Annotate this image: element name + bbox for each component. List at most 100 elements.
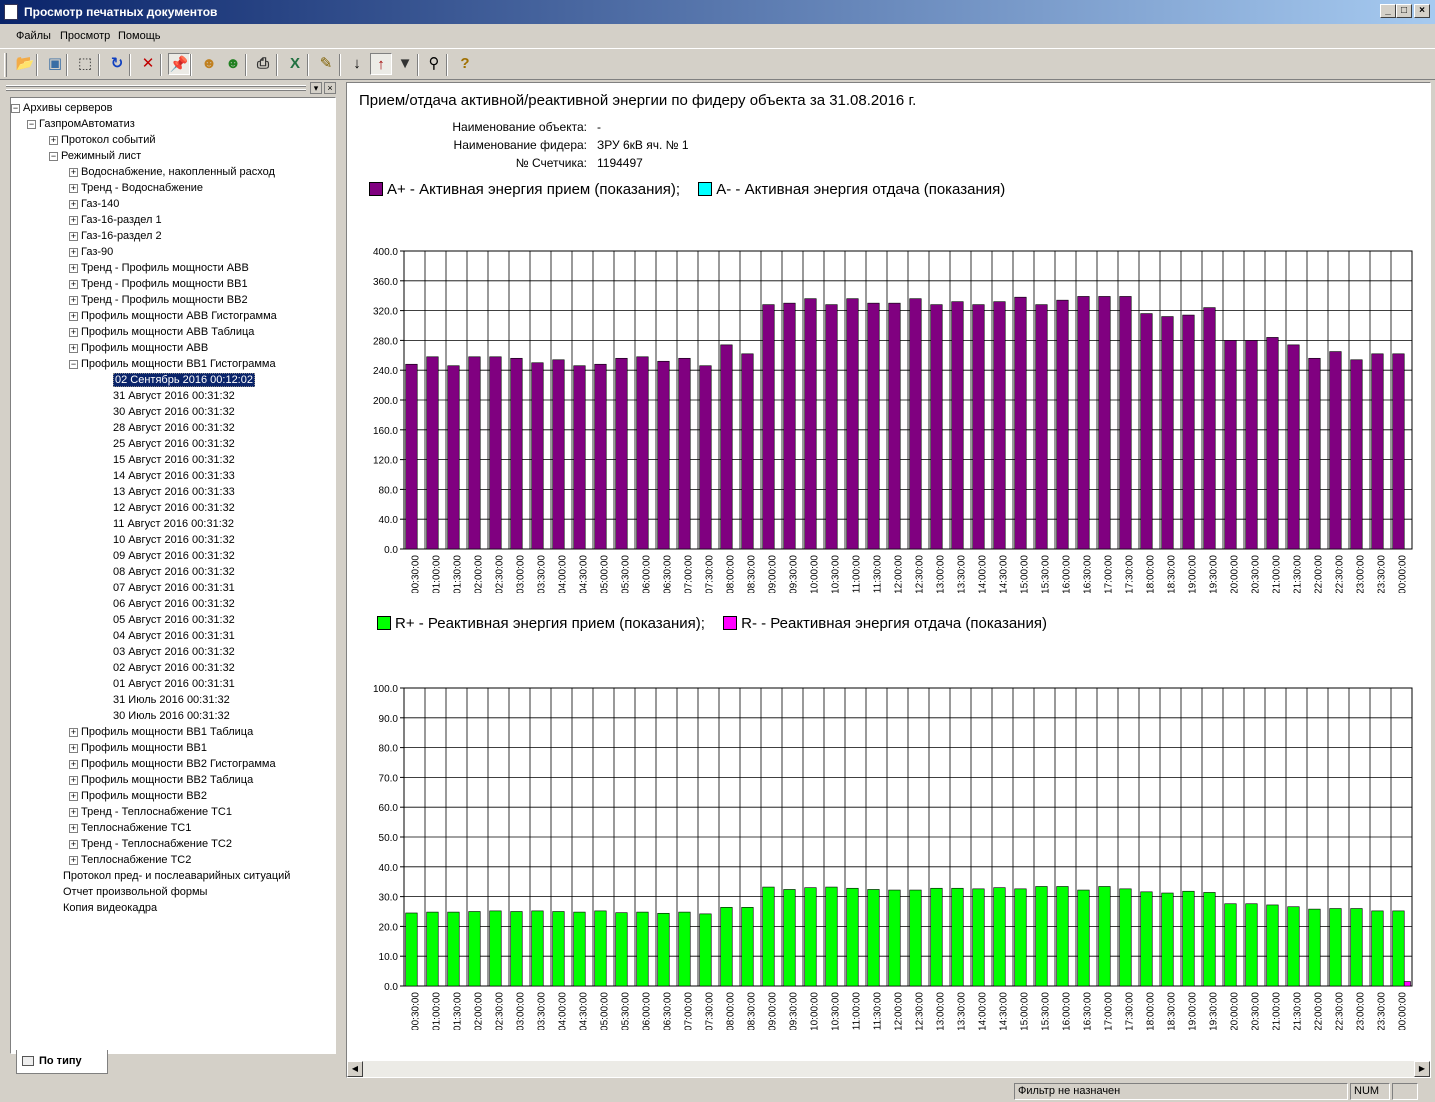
pin-button[interactable]: 📌 [168, 53, 190, 75]
page-preview-button[interactable]: ▣ [44, 53, 66, 75]
expand-icon[interactable]: + [69, 264, 78, 273]
expand-icon[interactable]: + [69, 232, 78, 241]
tree-node[interactable]: + Водоснабжение, накопленный расход [69, 164, 275, 180]
expand-icon[interactable]: + [69, 856, 78, 865]
tree-node[interactable]: + Профиль мощности АВВ [69, 340, 208, 356]
tree-node[interactable]: − Профиль мощности ВВ1 Гистограмма [69, 356, 276, 372]
tree-node[interactable]: + Теплоснабжение ТС2 [69, 852, 191, 868]
tree-item-document[interactable]: 05 Август 2016 00:31:32 [113, 612, 235, 628]
pane-grip-2[interactable] [6, 89, 306, 91]
tree-node[interactable]: + Газ-16-раздел 1 [69, 212, 162, 228]
tree-node[interactable]: + Газ-16-раздел 2 [69, 228, 162, 244]
expand-icon[interactable]: + [69, 776, 78, 785]
pane-menu-button[interactable]: ▾ [310, 82, 322, 94]
sort-asc-button[interactable]: ↓ [346, 53, 368, 75]
tree-node[interactable]: + Газ-140 [69, 196, 119, 212]
tree-item-document[interactable]: 06 Август 2016 00:31:32 [113, 596, 235, 612]
tree-node[interactable]: − Режимный лист [49, 148, 141, 164]
menu-help[interactable]: Помощь [118, 30, 161, 42]
tree-node[interactable]: + Тренд - Водоснабжение [69, 180, 203, 196]
tree-node[interactable]: + Тренд - Профиль мощности АВВ [69, 260, 249, 276]
tree-node[interactable]: Отчет произвольной формы [63, 884, 207, 900]
pane-close-button[interactable]: × [324, 82, 336, 94]
expand-icon[interactable]: + [69, 792, 78, 801]
select-area-button[interactable]: ⬚ [74, 53, 96, 75]
tree-item-document[interactable]: 25 Август 2016 00:31:32 [113, 436, 235, 452]
tree-item-document[interactable]: 07 Август 2016 00:31:31 [113, 580, 235, 596]
archive-tree[interactable]: − Архивы серверов − ГазпромАвтоматиз + Проток… [10, 97, 336, 1054]
tree-item-document[interactable]: 14 Август 2016 00:31:33 [113, 468, 235, 484]
tree-item-document[interactable]: 11 Август 2016 00:31:32 [113, 516, 234, 532]
tree-node[interactable]: + Профиль мощности ВВ2 [69, 788, 207, 804]
expand-icon[interactable]: + [69, 280, 78, 289]
help-button[interactable]: ? [454, 53, 476, 75]
tree-node[interactable]: + Профиль мощности ВВ2 Гистограмма [69, 756, 276, 772]
excel-export-button[interactable]: X [284, 53, 306, 75]
expand-icon[interactable]: + [69, 760, 78, 769]
tree-node[interactable]: + Профиль мощности ВВ2 Таблица [69, 772, 253, 788]
sort-desc-button[interactable]: ↑ [370, 53, 392, 75]
toolbar-grip[interactable] [4, 53, 7, 77]
expand-icon[interactable]: + [69, 216, 78, 225]
tree-node[interactable]: + Газ-90 [69, 244, 113, 260]
horizontal-scrollbar[interactable]: ◀ ▶ [347, 1061, 1430, 1077]
expand-icon[interactable]: + [69, 840, 78, 849]
minimize-button[interactable]: _ [1380, 4, 1396, 18]
user-disconnect-button[interactable]: ☻ [222, 53, 244, 75]
tree-node[interactable]: + Тренд - Профиль мощности ВВ1 [69, 276, 248, 292]
tree-item-document[interactable]: 09 Август 2016 00:31:32 [113, 548, 235, 564]
expand-icon[interactable]: + [49, 136, 58, 145]
tree-node[interactable]: Протокол пред- и послеаварийных ситуаций [63, 868, 290, 884]
expand-icon[interactable]: + [69, 200, 78, 209]
tree-item-document[interactable]: 28 Август 2016 00:31:32 [113, 420, 235, 436]
tree-item-document[interactable]: 02 Август 2016 00:31:32 [113, 660, 235, 676]
tab-by-type[interactable]: По типу [16, 1050, 108, 1074]
menu-view[interactable]: Просмотр [60, 30, 110, 42]
tree-item-document[interactable]: 15 Август 2016 00:31:32 [113, 452, 235, 468]
tree-node[interactable]: + Профиль мощности АВВ Таблица [69, 324, 254, 340]
properties-button[interactable]: ✎ [315, 53, 337, 75]
user-connect-button[interactable]: ☻ [198, 53, 220, 75]
tree-item-document[interactable]: 30 Август 2016 00:31:32 [113, 404, 235, 420]
tree-item-document[interactable]: 03 Август 2016 00:31:32 [113, 644, 235, 660]
scroll-right-button[interactable]: ▶ [1414, 1061, 1430, 1077]
open-folder-button[interactable]: 📂 [14, 53, 36, 75]
collapse-icon[interactable]: − [11, 104, 20, 113]
pane-grip[interactable] [6, 85, 306, 87]
delete-button[interactable]: ✕ [137, 53, 159, 75]
expand-icon[interactable]: + [69, 184, 78, 193]
tree-item-document[interactable]: 30 Июль 2016 00:31:32 [113, 708, 230, 724]
print-button[interactable]: ⎙ [252, 53, 274, 75]
tree-item-document[interactable]: 04 Август 2016 00:31:31 [113, 628, 235, 644]
tree-node[interactable]: − Архивы серверов [11, 100, 112, 116]
tree-node[interactable]: + Профиль мощности АВВ Гистограмма [69, 308, 277, 324]
tree-node[interactable]: Копия видеокадра [63, 900, 157, 916]
tree-item-document[interactable]: 12 Август 2016 00:31:32 [113, 500, 235, 516]
tree-node[interactable]: + Тренд - Профиль мощности ВВ2 [69, 292, 248, 308]
expand-icon[interactable]: + [69, 328, 78, 337]
tree-node[interactable]: + Протокол событий [49, 132, 156, 148]
tree-node[interactable]: + Профиль мощности ВВ1 Таблица [69, 724, 253, 740]
tree-item-document[interactable]: 13 Август 2016 00:31:33 [113, 484, 235, 500]
filter-button[interactable]: ▼ [394, 53, 416, 75]
tree-node[interactable]: + Профиль мощности ВВ1 [69, 740, 207, 756]
scroll-left-button[interactable]: ◀ [347, 1061, 363, 1077]
maximize-button[interactable]: □ [1396, 4, 1412, 18]
expand-icon[interactable]: + [69, 744, 78, 753]
collapse-icon[interactable]: − [49, 152, 58, 161]
expand-icon[interactable]: + [69, 728, 78, 737]
refresh-button[interactable]: ↻ [106, 53, 128, 75]
expand-icon[interactable]: + [69, 296, 78, 305]
close-button[interactable]: × [1414, 4, 1430, 18]
collapse-icon[interactable]: − [69, 360, 78, 369]
tree-node[interactable]: − ГазпромАвтоматиз [27, 116, 135, 132]
tree-item-document[interactable]: 08 Август 2016 00:31:32 [113, 564, 235, 580]
tree-node[interactable]: + Тренд - Теплоснабжение ТС2 [69, 836, 232, 852]
tree-item-document[interactable]: 10 Август 2016 00:31:32 [113, 532, 235, 548]
search-button[interactable]: ⚲ [423, 53, 445, 75]
tree-item-document[interactable]: 01 Август 2016 00:31:31 [113, 676, 235, 692]
tree-item-document[interactable]: 31 Август 2016 00:31:32 [113, 388, 235, 404]
collapse-icon[interactable]: − [27, 120, 36, 129]
expand-icon[interactable]: + [69, 168, 78, 177]
tree-item-document[interactable]: 02 Сентябрь 2016 00:12:02 [113, 372, 255, 388]
